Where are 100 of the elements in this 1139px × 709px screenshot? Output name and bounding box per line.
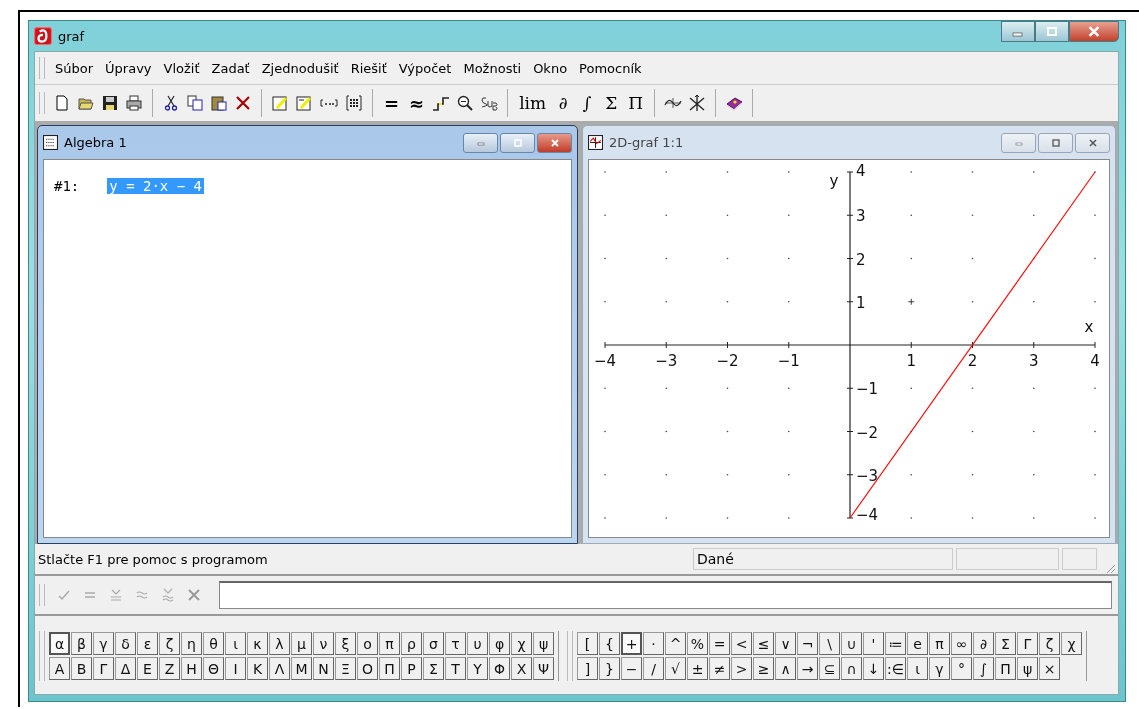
symbol-key[interactable]: Γ bbox=[93, 657, 114, 680]
symbol-button[interactable]: Π bbox=[624, 90, 647, 116]
symbol-key[interactable]: → bbox=[797, 657, 818, 680]
symbol-key[interactable]: ζ bbox=[159, 632, 180, 655]
symbol-key[interactable]: ± bbox=[687, 657, 708, 680]
symbol-key[interactable]: :∈ bbox=[885, 657, 906, 680]
symbol-key[interactable]: ρ bbox=[401, 632, 422, 655]
symbol-key[interactable]: ≔ bbox=[885, 632, 906, 655]
symbol-key[interactable]: ι bbox=[907, 657, 928, 680]
symbol-key[interactable]: Κ bbox=[247, 657, 268, 680]
symbol-key[interactable]: μ bbox=[291, 632, 312, 655]
symbol-key[interactable]: Σ bbox=[995, 632, 1016, 655]
symbol-key[interactable]: ξ bbox=[335, 632, 356, 655]
symbol-key[interactable]: Η bbox=[181, 657, 202, 680]
symbol-key[interactable]: γ bbox=[93, 632, 114, 655]
symbol-key[interactable]: \ bbox=[819, 632, 840, 655]
symbol-key[interactable]: { bbox=[599, 632, 620, 655]
menu-item[interactable]: Pomocník bbox=[573, 60, 648, 76]
symbol-key[interactable]: / bbox=[643, 657, 664, 680]
symbol-key[interactable]: χ bbox=[1061, 632, 1082, 655]
symbol-button[interactable]: lim bbox=[515, 90, 551, 116]
menu-item[interactable]: Vložiť bbox=[157, 60, 206, 76]
symbol-button[interactable]: ∂ bbox=[552, 90, 575, 116]
symbol-key[interactable]: π bbox=[379, 632, 400, 655]
symbol-key[interactable]: % bbox=[687, 632, 708, 655]
symbol-key[interactable]: Ψ bbox=[533, 657, 554, 680]
symbol-key[interactable]: π bbox=[929, 632, 950, 655]
symbol-key[interactable]: Ε bbox=[137, 657, 158, 680]
menu-item[interactable]: Zjednodušiť bbox=[255, 60, 345, 76]
symbol-key[interactable]: ι bbox=[225, 632, 246, 655]
symbol-key[interactable]: ∪ bbox=[841, 632, 862, 655]
symbol-key[interactable]: ^ bbox=[665, 632, 686, 655]
symbol-key[interactable]: Μ bbox=[291, 657, 312, 680]
symbol-key[interactable]: η bbox=[181, 632, 202, 655]
symbol-key[interactable]: ∩ bbox=[841, 657, 862, 680]
symbol-key[interactable]: ∂ bbox=[973, 632, 994, 655]
menu-item[interactable]: Možnosti bbox=[457, 60, 528, 76]
symbol-key[interactable]: ∞ bbox=[951, 632, 972, 655]
symbol-key[interactable]: × bbox=[1039, 657, 1060, 680]
symbol-key[interactable]: Ο bbox=[357, 657, 378, 680]
symbol-key[interactable]: λ bbox=[269, 632, 290, 655]
symbol-key[interactable]: Π bbox=[379, 657, 400, 680]
symbol-key[interactable]: e bbox=[907, 632, 928, 655]
symbol-key[interactable]: φ bbox=[489, 632, 510, 655]
symbol-key[interactable]: Ι bbox=[225, 657, 246, 680]
symbol-key[interactable]: Ζ bbox=[159, 657, 180, 680]
symbol-key[interactable]: ο bbox=[357, 632, 378, 655]
symbol-key[interactable]: ν bbox=[313, 632, 334, 655]
symbol-key[interactable]: } bbox=[599, 657, 620, 680]
menu-item[interactable]: Súbor bbox=[49, 60, 100, 76]
symbol-key[interactable]: [ bbox=[577, 632, 598, 655]
symbol-key[interactable]: ¬ bbox=[797, 632, 818, 655]
symbol-button[interactable]: Σ bbox=[600, 90, 623, 116]
symbol-key[interactable]: Ξ bbox=[335, 657, 356, 680]
symbol-key[interactable]: ≤ bbox=[753, 632, 774, 655]
symbol-key[interactable]: √ bbox=[665, 657, 686, 680]
symbol-key[interactable]: σ bbox=[423, 632, 444, 655]
menu-item[interactable]: Výpočet bbox=[392, 60, 458, 76]
symbol-key[interactable]: υ bbox=[467, 632, 488, 655]
symbol-key[interactable]: Π bbox=[995, 657, 1016, 680]
symbol-key[interactable]: ψ bbox=[1017, 657, 1038, 680]
maximize-button[interactable] bbox=[500, 132, 535, 153]
symbol-key[interactable]: Θ bbox=[203, 657, 224, 680]
expression-input-field[interactable] bbox=[219, 581, 1112, 609]
symbol-key[interactable]: α bbox=[49, 632, 70, 655]
symbol-key[interactable]: + bbox=[621, 632, 642, 655]
symbol-key[interactable]: χ bbox=[511, 632, 532, 655]
symbol-key[interactable]: Β bbox=[71, 657, 92, 680]
symbol-key[interactable]: ζ bbox=[1039, 632, 1060, 655]
minimize-button[interactable] bbox=[1001, 21, 1035, 42]
menu-item[interactable]: Okno bbox=[527, 60, 574, 76]
symbol-key[interactable]: Ν bbox=[313, 657, 334, 680]
menu-item[interactable]: Riešiť bbox=[344, 60, 393, 76]
symbol-key[interactable]: ↓ bbox=[863, 657, 884, 680]
symbol-key[interactable]: Υ bbox=[467, 657, 488, 680]
symbol-key[interactable]: ⊆ bbox=[819, 657, 840, 680]
symbol-key[interactable]: ° bbox=[951, 657, 972, 680]
symbol-key[interactable]: ] bbox=[577, 657, 598, 680]
symbol-key[interactable]: Ρ bbox=[401, 657, 422, 680]
symbol-key[interactable]: > bbox=[731, 657, 752, 680]
symbol-key[interactable]: ≠ bbox=[709, 657, 730, 680]
minimize-button[interactable] bbox=[463, 132, 498, 153]
symbol-key[interactable]: Φ bbox=[489, 657, 510, 680]
symbol-key[interactable]: θ bbox=[203, 632, 224, 655]
symbol-key[interactable]: Γ bbox=[1017, 632, 1038, 655]
maximize-button[interactable] bbox=[1035, 21, 1069, 42]
close-button[interactable] bbox=[1069, 21, 1119, 42]
symbol-key[interactable]: δ bbox=[115, 632, 136, 655]
symbol-key[interactable]: < bbox=[731, 632, 752, 655]
symbol-key[interactable]: = bbox=[709, 632, 730, 655]
symbol-key[interactable]: β bbox=[71, 632, 92, 655]
symbol-key[interactable]: ∧ bbox=[775, 657, 796, 680]
close-button[interactable] bbox=[537, 132, 572, 153]
menu-item[interactable]: Zadať bbox=[205, 60, 256, 76]
symbol-key[interactable]: − bbox=[621, 657, 642, 680]
menu-item[interactable]: Úpravy bbox=[99, 60, 158, 76]
symbol-key[interactable]: ' bbox=[863, 632, 884, 655]
symbol-button[interactable]: ≈ bbox=[405, 90, 429, 116]
symbol-key[interactable]: · bbox=[643, 632, 664, 655]
symbol-button[interactable]: = bbox=[380, 90, 404, 116]
